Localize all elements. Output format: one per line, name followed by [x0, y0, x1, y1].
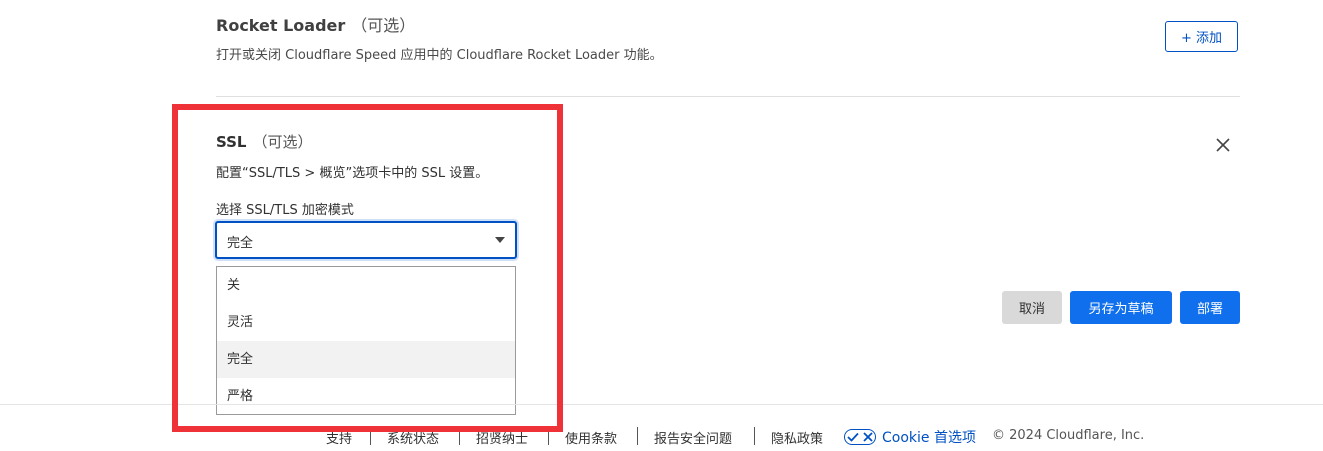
cookie-preferences-link[interactable]: Cookie 首选项: [844, 427, 976, 447]
ssl-description: 配置“SSL/TLS > 概览”选项卡中的 SSL 设置。: [216, 166, 489, 181]
footer-link-support[interactable]: 支持: [326, 428, 352, 447]
ssl-option-flexible[interactable]: 灵活: [217, 304, 515, 341]
caret-down-icon: [495, 237, 505, 243]
rocket-loader-optional: （可选）: [351, 16, 416, 35]
footer-divider: [0, 404, 1323, 405]
footer-link-report-security[interactable]: 报告安全问题: [654, 428, 732, 447]
footer-separator: [548, 427, 549, 445]
footer-separator: [459, 427, 460, 445]
section-divider: [216, 96, 1240, 97]
ssl-optional: （可选）: [252, 133, 313, 151]
footer-separator: [637, 427, 638, 445]
save-draft-button[interactable]: 另存为草稿: [1070, 291, 1172, 324]
ssl-mode-selected-value: 完全: [227, 236, 254, 251]
ssl-title-text: SSL: [216, 133, 247, 151]
close-icon[interactable]: [1214, 136, 1232, 154]
footer-link-system-status[interactable]: 系统状态: [387, 428, 439, 447]
footer-link-privacy[interactable]: 隐私政策: [771, 428, 823, 447]
footer-link-terms[interactable]: 使用条款: [565, 428, 617, 447]
footer-separator: [370, 427, 371, 445]
ssl-mode-dropdown: 关 灵活 完全 严格: [216, 266, 516, 415]
ssl-option-off[interactable]: 关: [217, 267, 515, 304]
ssl-option-strict[interactable]: 严格: [217, 378, 515, 415]
deploy-button[interactable]: 部署: [1180, 291, 1240, 324]
ssl-mode-select[interactable]: 完全: [215, 221, 517, 259]
privacy-toggle-icon: [844, 429, 876, 445]
footer-link-careers[interactable]: 招贤纳士: [476, 428, 528, 447]
footer-separator: [754, 427, 755, 445]
rocket-loader-title-text: Rocket Loader: [216, 16, 346, 35]
ssl-title: SSL （可选）: [216, 131, 313, 152]
copyright: © 2024 Cloudflare, Inc.: [992, 428, 1145, 443]
cookie-preferences-label: Cookie 首选项: [882, 430, 976, 446]
ssl-mode-label: 选择 SSL/TLS 加密模式: [216, 203, 354, 218]
rocket-loader-description: 打开或关闭 Cloudflare Speed 应用中的 Cloudflare R…: [216, 48, 663, 63]
add-rocket-loader-button[interactable]: + 添加: [1165, 21, 1238, 52]
cancel-button[interactable]: 取消: [1002, 291, 1062, 324]
ssl-option-full[interactable]: 完全: [217, 341, 515, 378]
rocket-loader-title: Rocket Loader （可选）: [216, 12, 415, 36]
